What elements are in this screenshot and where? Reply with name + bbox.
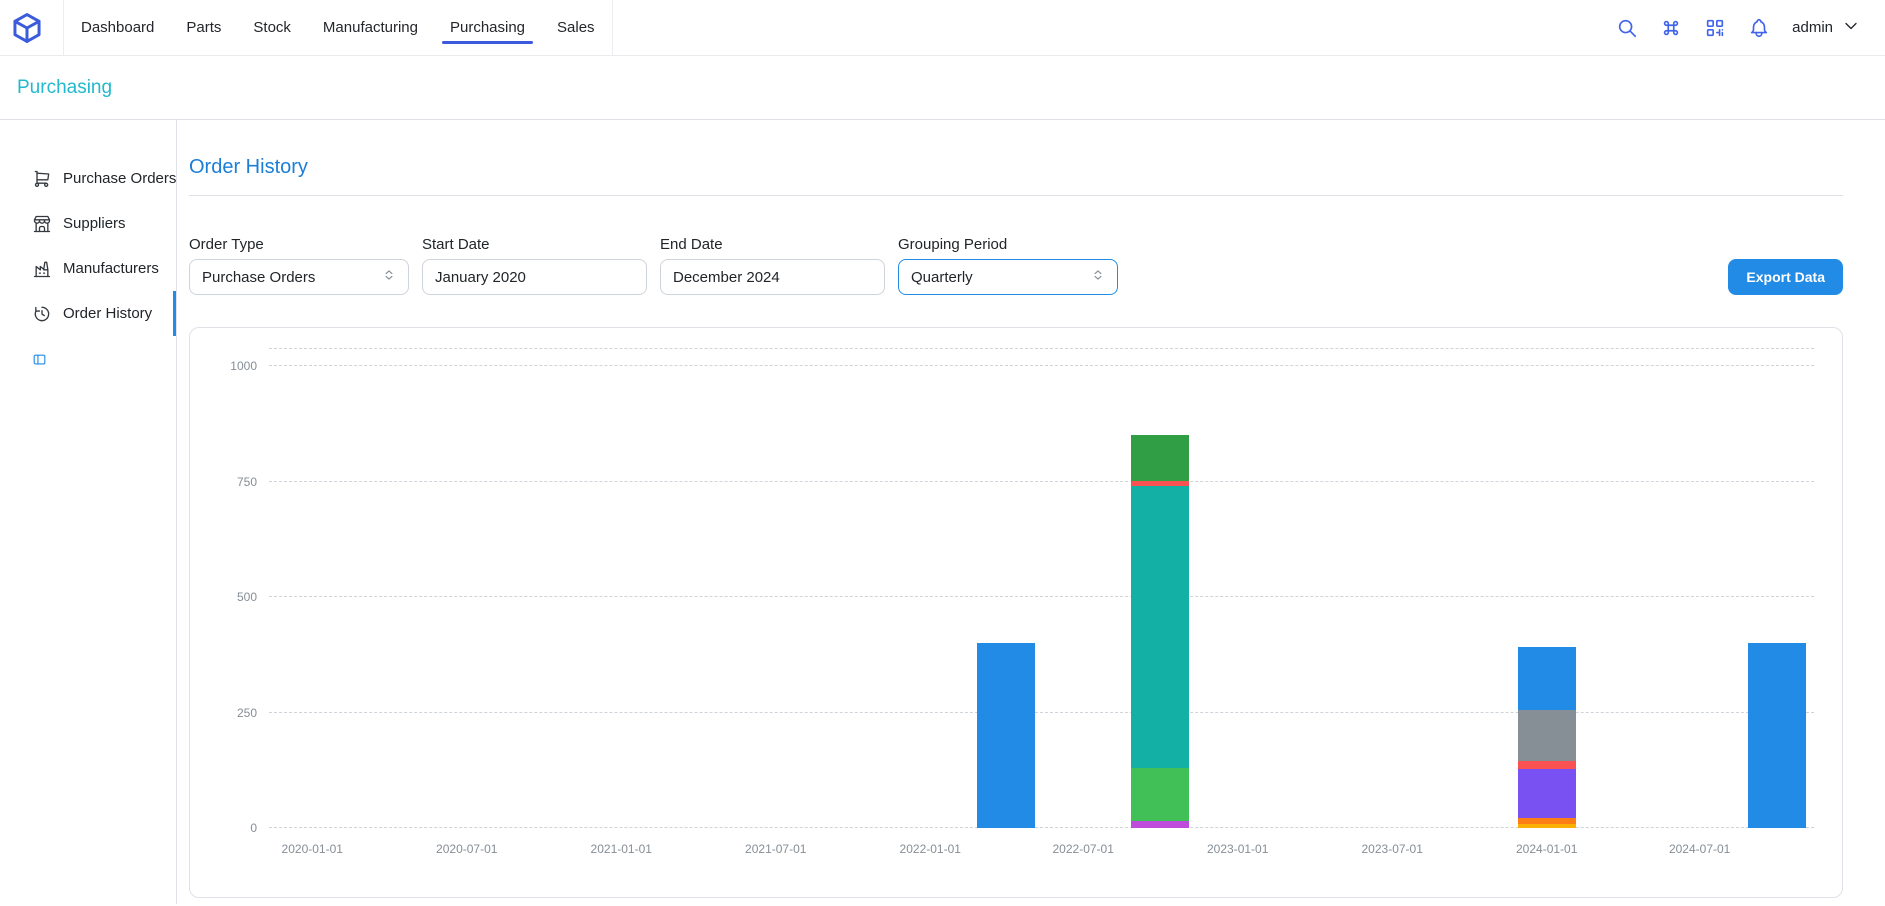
gridline: [269, 481, 1814, 482]
x-axis-tick-label: 2021-01-01: [591, 842, 652, 856]
sidebar-item-label: Manufacturers: [63, 260, 159, 277]
end-date-field: End Date: [660, 236, 885, 295]
bar-segment-yellow: [1518, 824, 1576, 828]
stacked-bar-2024-01-01[interactable]: [1518, 349, 1576, 828]
gridline: [269, 712, 1814, 713]
bar-segment-blue: [1518, 647, 1576, 710]
grouping-period-select[interactable]: Quarterly: [898, 259, 1118, 295]
collapse-sidebar-icon[interactable]: [32, 352, 47, 367]
start-date-field: Start Date: [422, 236, 647, 295]
order-type-value: Purchase Orders: [202, 269, 315, 286]
main-content: Order History Order Type Purchase Orders…: [177, 120, 1885, 904]
breadcrumb-purchasing[interactable]: Purchasing: [17, 77, 112, 99]
sidebar-items: Purchase Orders Suppliers Manufacturers Ord…: [0, 156, 176, 336]
username: admin: [1792, 19, 1833, 36]
gridline: [269, 596, 1814, 597]
chart-card: 0 250 500 750 1000 2020-01-01 2020-07-01 2021-0…: [189, 327, 1843, 898]
order-type-select[interactable]: Purchase Orders: [189, 259, 409, 295]
x-axis-tick-label: 2022-07-01: [1053, 842, 1114, 856]
page-title: Order History: [189, 156, 1843, 179]
bar-segment-blue: [977, 643, 1035, 828]
y-axis-tick-label: 750: [237, 475, 257, 489]
start-date-label: Start Date: [422, 236, 647, 253]
stacked-bar-2022-10-01[interactable]: [1131, 349, 1189, 828]
sidebar-item-suppliers[interactable]: Suppliers: [0, 201, 176, 246]
grouping-period-value: Quarterly: [911, 269, 973, 286]
y-axis-tick-label: 250: [237, 706, 257, 720]
x-axis-tick-label: 2021-07-01: [745, 842, 806, 856]
grouping-period-label: Grouping Period: [898, 236, 1118, 253]
breadcrumb-bar: Purchasing: [0, 56, 1885, 120]
bar-segment-blue: [1748, 643, 1806, 828]
stacked-bar-2022-04-01[interactable]: [977, 349, 1035, 828]
factory-icon: [32, 259, 52, 279]
command-palette-icon[interactable]: [1660, 17, 1682, 39]
user-menu[interactable]: admin: [1792, 16, 1861, 40]
sidebar-item-label: Suppliers: [63, 215, 126, 232]
end-date-input[interactable]: [660, 259, 885, 295]
select-chevrons-icon: [382, 268, 396, 286]
tab-sales[interactable]: Sales: [541, 0, 611, 55]
filters-bar: Order Type Purchase Orders Start Date En…: [189, 236, 1843, 295]
grouping-period-field: Grouping Period Quarterly: [898, 236, 1118, 295]
end-date-label: End Date: [660, 236, 885, 253]
building-store-icon: [32, 214, 52, 234]
navbar: DashboardPartsStockManufacturingPurchasi…: [0, 0, 1885, 56]
y-axis-tick-label: 1000: [230, 359, 257, 373]
select-chevrons-icon: [1091, 268, 1105, 286]
x-axis-tick-label: 2022-01-01: [900, 842, 961, 856]
navbar-actions: admin: [1616, 16, 1861, 40]
page-body: Purchase Orders Suppliers Manufacturers Ord…: [0, 120, 1885, 904]
tab-purchasing[interactable]: Purchasing: [434, 0, 541, 55]
bar-segment-teal: [1131, 486, 1189, 768]
tab-stock[interactable]: Stock: [237, 0, 307, 55]
bar-segment-red: [1518, 761, 1576, 769]
order-type-label: Order Type: [189, 236, 409, 253]
history-icon: [32, 304, 52, 324]
bar-segment-grape: [1131, 821, 1189, 828]
nav-tabs: DashboardPartsStockManufacturingPurchasi…: [63, 0, 613, 55]
bar-segment-violet: [1518, 769, 1576, 818]
sidebar-item-label: Purchase Orders: [63, 170, 176, 187]
chart-plot: 025050075010002020-01-012020-07-012021-0…: [269, 348, 1814, 828]
chevron-down-icon: [1841, 16, 1861, 40]
x-axis-tick-label: 2024-01-01: [1516, 842, 1577, 856]
y-axis-tick-label: 500: [237, 590, 257, 604]
inventree-logo-icon[interactable]: [10, 11, 44, 45]
app: DashboardPartsStockManufacturingPurchasi…: [0, 0, 1885, 904]
sidebar: Purchase Orders Suppliers Manufacturers Ord…: [0, 120, 177, 904]
bar-segment-dark-green: [1131, 435, 1189, 480]
y-axis-tick-label: 0: [250, 821, 257, 835]
gridline: [269, 365, 1814, 366]
tab-parts[interactable]: Parts: [170, 0, 237, 55]
order-type-field: Order Type Purchase Orders: [189, 236, 409, 295]
search-icon[interactable]: [1616, 17, 1638, 39]
sidebar-item-label: Order History: [63, 305, 152, 322]
tab-manufacturing[interactable]: Manufacturing: [307, 0, 434, 55]
x-axis-tick-label: 2023-07-01: [1362, 842, 1423, 856]
x-axis-tick-label: 2023-01-01: [1207, 842, 1268, 856]
shopping-cart-icon: [32, 169, 52, 189]
x-axis-tick-label: 2020-01-01: [282, 842, 343, 856]
tab-dashboard[interactable]: Dashboard: [65, 0, 170, 55]
qr-scan-icon[interactable]: [1704, 17, 1726, 39]
x-axis-tick-label: 2020-07-01: [436, 842, 497, 856]
export-data-button[interactable]: Export Data: [1728, 259, 1843, 295]
x-axis-tick-label: 2024-07-01: [1669, 842, 1730, 856]
stacked-bar-2024-10-01[interactable]: [1748, 349, 1806, 828]
start-date-input[interactable]: [422, 259, 647, 295]
title-divider: [189, 195, 1843, 196]
sidebar-item-manufacturers[interactable]: Manufacturers: [0, 246, 176, 291]
gridline: [269, 827, 1814, 828]
bar-segment-gray: [1518, 710, 1576, 760]
bar-segment-green: [1131, 768, 1189, 821]
notifications-bell-icon[interactable]: [1748, 17, 1770, 39]
sidebar-item-purchase-orders[interactable]: Purchase Orders: [0, 156, 176, 201]
sidebar-item-order-history[interactable]: Order History: [0, 291, 176, 336]
